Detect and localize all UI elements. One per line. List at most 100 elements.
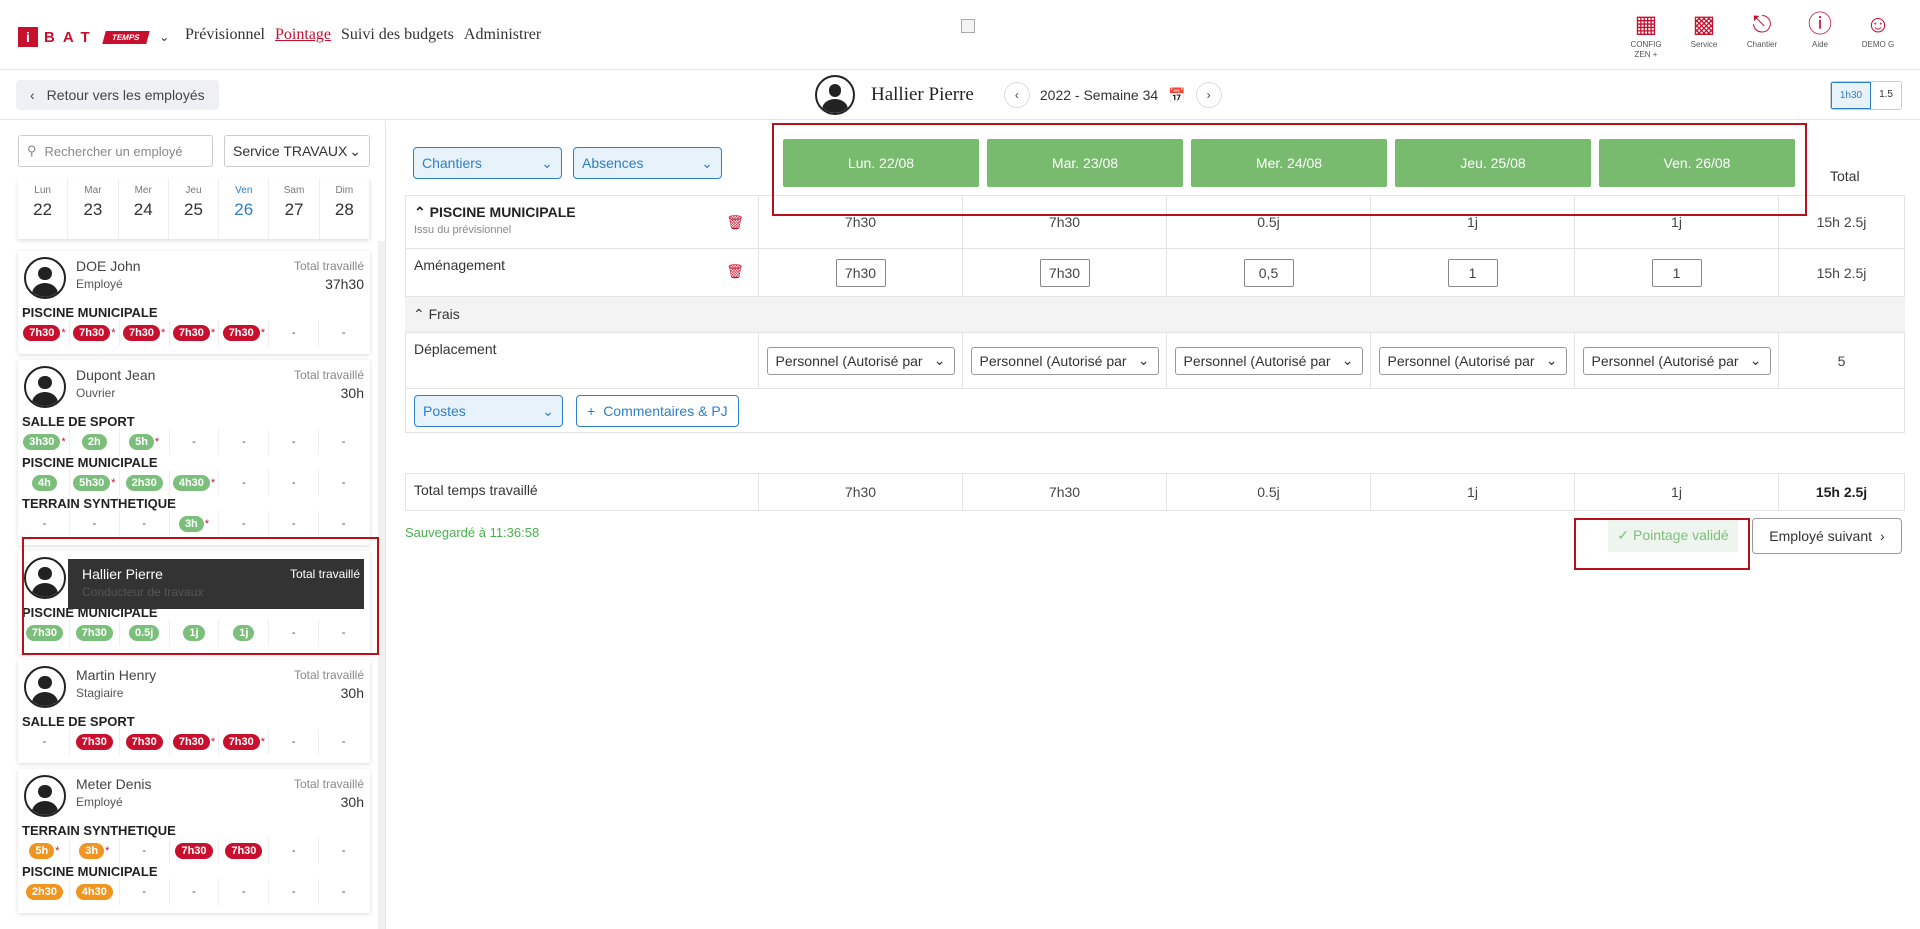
day-cell[interactable]: 2h30 bbox=[20, 879, 70, 905]
scrollbar[interactable] bbox=[378, 241, 385, 929]
logo-letters: BAT bbox=[44, 28, 98, 46]
day-cell[interactable]: 7h30 bbox=[70, 729, 120, 755]
config-zen-button[interactable]: ▦ CONFIG ZEN + bbox=[1624, 10, 1668, 60]
task-name: Aménagement bbox=[414, 257, 506, 273]
employee-card[interactable]: DOE John Employé Total travaillé 37h30 PISCI… bbox=[18, 251, 370, 354]
day-ven[interactable]: Ven 26 bbox=[219, 179, 270, 239]
hours-pill: 4h bbox=[32, 475, 57, 491]
comments-attachments-button[interactable]: + Commentaires & PJ bbox=[576, 395, 739, 427]
day-cell[interactable]: 3h * bbox=[70, 838, 120, 864]
nav-pointage[interactable]: Pointage bbox=[275, 26, 331, 44]
day-cell[interactable]: 5h * bbox=[120, 429, 170, 455]
employee-header: Hallier Pierre ‹ 2022 - Semaine 34 📅 › bbox=[815, 75, 1222, 115]
day-cell[interactable]: 7h30 bbox=[120, 729, 170, 755]
day-cell[interactable]: 7h30 * bbox=[20, 320, 70, 346]
calendar-icon[interactable]: 📅 bbox=[1168, 87, 1185, 104]
day-cell[interactable]: 5h * bbox=[20, 838, 70, 864]
day-cell[interactable]: 7h30 * bbox=[170, 729, 220, 755]
task-hours-input[interactable]: 7h30 bbox=[835, 258, 886, 287]
hours-pill: 7h30 bbox=[23, 325, 61, 341]
chevron-up-icon[interactable]: ⌃ bbox=[414, 204, 426, 220]
hours-pill: 2h bbox=[81, 434, 107, 450]
chevron-down-icon[interactable]: ⌄ bbox=[159, 30, 169, 44]
day-cell[interactable]: 4h30 * bbox=[170, 470, 220, 496]
task-row: Aménagement 🗑 7h30 7h30 0,5 1 1 15h 2.5j bbox=[405, 249, 1905, 297]
chantiers-dropdown[interactable]: Chantiers ⌄ bbox=[413, 147, 562, 179]
employee-card-name: Meter Denis bbox=[76, 776, 152, 792]
nav-administrer[interactable]: Administrer bbox=[464, 26, 541, 44]
day-cell: - bbox=[341, 736, 346, 748]
delete-site-icon[interactable]: 🗑 bbox=[726, 214, 744, 231]
day-cell[interactable]: 7h30 * bbox=[70, 320, 120, 346]
day-mer[interactable]: Mer 24 bbox=[119, 179, 169, 239]
search-input[interactable]: ⚲ Rechercher un employé bbox=[18, 135, 213, 167]
delete-task-icon[interactable]: 🗑 bbox=[726, 263, 744, 280]
total-day-value: 7h30 bbox=[759, 474, 963, 510]
frais-row: ⌃ Frais bbox=[405, 297, 1905, 333]
chantier-button[interactable]: ⎋ Chantier bbox=[1740, 10, 1784, 60]
back-to-employees-button[interactable]: ‹ Retour vers les employés bbox=[16, 80, 219, 110]
highlight-frame bbox=[1574, 518, 1750, 570]
employee-card[interactable]: Dupont Jean Ouvrier Total travaillé 30h SALL… bbox=[18, 360, 370, 545]
service-select[interactable]: Service TRAVAUX ⌄ bbox=[224, 135, 370, 167]
asterisk-icon: * bbox=[260, 327, 266, 339]
help-button[interactable]: ⓘ Aide bbox=[1798, 10, 1842, 60]
day-cell[interactable]: 2h bbox=[70, 429, 120, 455]
nav-previsionnel[interactable]: Prévisionnel bbox=[185, 26, 265, 44]
day-cell[interactable]: 4h bbox=[20, 470, 70, 496]
day-mar[interactable]: Mar 23 bbox=[68, 179, 119, 239]
user-menu-button[interactable]: ☺ DEMO G bbox=[1856, 10, 1900, 60]
deplacement-select[interactable]: Personnel (Autorisé par ⌄ bbox=[970, 346, 1159, 375]
day-cell[interactable]: 7h30 * bbox=[120, 320, 170, 346]
prev-week-button[interactable]: ‹ bbox=[1003, 82, 1030, 108]
site-name: PISCINE MUNICIPALE bbox=[429, 204, 576, 220]
nav-suivi-budgets[interactable]: Suivi des budgets bbox=[341, 26, 454, 44]
employee-card[interactable]: Martin Henry Stagiaire Total travaillé 30h S… bbox=[18, 660, 370, 763]
task-hours-input[interactable]: 1 bbox=[1651, 258, 1702, 287]
absences-dropdown[interactable]: Absences ⌄ bbox=[573, 147, 722, 179]
task-total: 15h 2.5j bbox=[1779, 249, 1905, 296]
task-hours-input[interactable]: 7h30 bbox=[1039, 258, 1090, 287]
day-cell[interactable]: 4h30 bbox=[70, 879, 120, 905]
day-cell[interactable]: 7h30 * bbox=[219, 320, 270, 346]
asterisk-icon: * bbox=[161, 327, 166, 339]
service-button[interactable]: ▩ Service bbox=[1682, 10, 1726, 60]
hours-pill: 7h30 bbox=[172, 325, 210, 341]
day-cell[interactable]: 5h30 * bbox=[70, 470, 120, 496]
app-logo[interactable]: i BAT TEMPS ⌄ bbox=[18, 27, 169, 47]
day-cell[interactable]: 7h30 * bbox=[170, 320, 220, 346]
day-sam[interactable]: Sam 27 bbox=[269, 179, 320, 239]
day-cell[interactable]: 7h30 * bbox=[219, 729, 270, 755]
day-lun[interactable]: Lun 22 bbox=[18, 179, 69, 239]
deplacement-select[interactable]: Personnel (Autorisé par ⌄ bbox=[1378, 346, 1567, 375]
day-cell[interactable]: 7h30 bbox=[219, 838, 270, 864]
next-employee-button[interactable]: Employé suivant › bbox=[1752, 518, 1902, 554]
highlight-frame bbox=[22, 537, 379, 655]
day-cell[interactable]: 3h30 * bbox=[20, 429, 70, 455]
day-dim[interactable]: Dim 28 bbox=[320, 179, 370, 239]
employee-card[interactable]: Meter Denis Employé Total travaillé 30h TERR… bbox=[18, 769, 370, 913]
asterisk-icon: * bbox=[61, 436, 66, 448]
day-jeu[interactable]: Jeu 25 bbox=[169, 179, 220, 239]
hours-pill: 3h bbox=[79, 843, 105, 859]
day-cell[interactable]: 7h30 bbox=[170, 838, 220, 864]
postes-dropdown[interactable]: Postes ⌄ bbox=[414, 395, 563, 427]
employee-card-name: Dupont Jean bbox=[76, 367, 156, 383]
chevron-up-icon[interactable]: ⌃ bbox=[413, 306, 425, 322]
deplacement-select[interactable]: Personnel (Autorisé par ⌄ bbox=[1582, 346, 1771, 375]
day-cell: - bbox=[341, 518, 346, 530]
unit-hours-option[interactable]: 1h30 bbox=[1830, 82, 1872, 109]
deplacement-select[interactable]: Personnel (Autorisé par ⌄ bbox=[1174, 346, 1363, 375]
employee-role: Stagiaire bbox=[76, 686, 124, 700]
unit-decimal-option[interactable]: 1.5 bbox=[1871, 82, 1901, 109]
help-icon: ⓘ bbox=[1808, 11, 1832, 38]
deplacement-select[interactable]: Personnel (Autorisé par ⌄ bbox=[766, 346, 955, 375]
next-week-button[interactable]: › bbox=[1195, 82, 1222, 108]
hours-pill: 3h bbox=[178, 516, 204, 532]
task-hours-input[interactable]: 1 bbox=[1447, 258, 1498, 287]
day-cell[interactable]: 2h30 bbox=[120, 470, 170, 496]
postes-row: Postes ⌄ + Commentaires & PJ bbox=[405, 389, 1905, 433]
day-cell[interactable]: 3h * bbox=[170, 511, 220, 537]
top-icons: ▦ CONFIG ZEN + ▩ Service ⎋ Chantier ⓘ Ai… bbox=[1624, 10, 1900, 60]
task-hours-input[interactable]: 0,5 bbox=[1243, 258, 1294, 287]
